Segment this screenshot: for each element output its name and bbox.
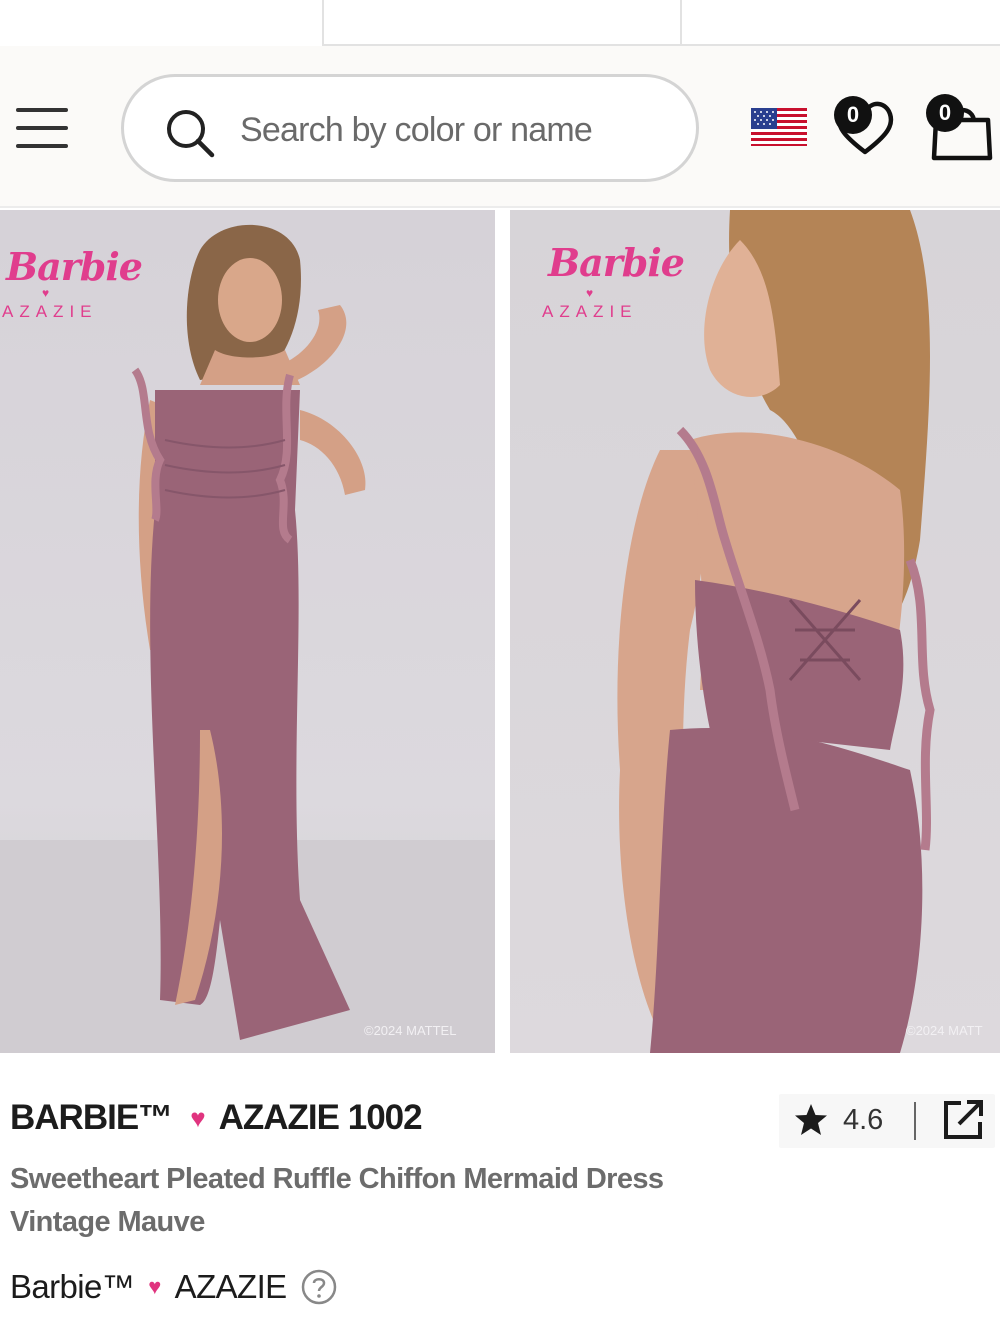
- rating-divider: [914, 1102, 916, 1140]
- search-input[interactable]: [240, 105, 670, 155]
- barbie-logo: Barbie: [548, 240, 685, 285]
- search-icon: [167, 110, 215, 158]
- star-icon: [795, 1104, 827, 1135]
- logo-heart-icon: ♥: [586, 286, 594, 300]
- top-box-divider: [680, 0, 682, 44]
- wishlist-button[interactable]: 0: [832, 94, 898, 158]
- product-title: BARBIE™ ♥ AZAZIE 1002: [10, 1098, 423, 1138]
- us-flag-icon[interactable]: [751, 108, 807, 146]
- brand-right: AZAZIE: [174, 1268, 288, 1305]
- product-title-model: AZAZIE 1002: [218, 1098, 423, 1137]
- logo-heart-icon: ♥: [42, 286, 50, 300]
- top-box: [322, 0, 1000, 46]
- rating-share-box: 4.6: [779, 1094, 995, 1148]
- product-color: Vintage Mauve: [10, 1206, 205, 1238]
- share-icon[interactable]: [941, 1098, 985, 1142]
- heart-icon: ♥: [148, 1274, 161, 1299]
- azazie-logo: AZAZIE: [542, 302, 638, 321]
- image-copyright: ©2024 MATT: [906, 1023, 983, 1038]
- product-image-front[interactable]: Barbie ♥ AZAZIE ©2024 MATTEL: [0, 210, 495, 1053]
- barbie-logo: Barbie: [6, 244, 143, 289]
- dress-front-illustration: [0, 224, 495, 1053]
- header: 0 0: [0, 46, 1000, 208]
- brand-left: Barbie™: [10, 1268, 135, 1305]
- cart-count-badge: 0: [926, 94, 964, 132]
- heart-icon: ♥: [190, 1102, 205, 1133]
- rating-value[interactable]: 4.6: [843, 1104, 883, 1137]
- image-copyright: ©2024 MATTEL: [364, 1023, 457, 1038]
- cart-button[interactable]: 0: [922, 92, 994, 162]
- product-title-brand: BARBIE™: [10, 1098, 173, 1137]
- product-image-back[interactable]: Barbie ♥ AZAZIE ©2024 MATT: [510, 210, 1000, 1053]
- search-bar[interactable]: [121, 74, 699, 182]
- top-strip: [0, 0, 1000, 46]
- product-name: Sweetheart Pleated Ruffle Chiffon Mermai…: [10, 1163, 664, 1195]
- help-icon[interactable]: [301, 1269, 337, 1305]
- brand-line: Barbie™ ♥ AZAZIE: [10, 1268, 337, 1306]
- wishlist-count-badge: 0: [834, 96, 872, 134]
- azazie-logo: AZAZIE: [2, 302, 98, 321]
- menu-icon[interactable]: [14, 106, 70, 150]
- dress-back-illustration: [617, 210, 935, 1053]
